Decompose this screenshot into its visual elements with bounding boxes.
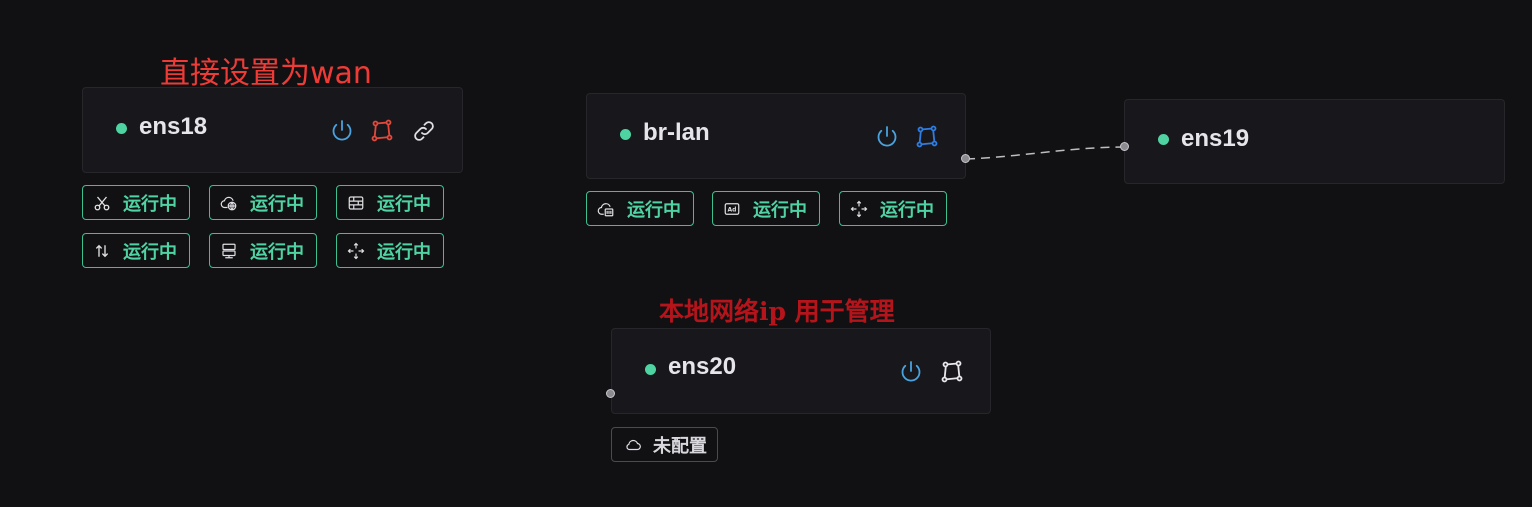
service-badge[interactable]: 运行中 [82, 185, 190, 220]
node-ens18[interactable]: ens18 [82, 87, 463, 173]
node-ens19[interactable]: ens19 [1124, 99, 1505, 184]
badge-label: 运行中 [627, 199, 681, 220]
input-port[interactable] [1120, 142, 1129, 151]
node-name: ens18 [139, 113, 208, 140]
server-icon [220, 242, 238, 260]
badge-label: 未配置 [653, 435, 707, 456]
move-arrows-icon [850, 200, 868, 218]
cloud-server-icon [597, 200, 615, 218]
node-name: ens19 [1181, 125, 1250, 152]
power-icon[interactable] [330, 119, 354, 143]
badge-label: 运行中 [250, 241, 304, 262]
node-name: br-lan [643, 119, 710, 146]
status-dot [1158, 134, 1169, 145]
topology-icon[interactable] [940, 360, 964, 384]
node-ens20[interactable]: ens20 [611, 328, 991, 414]
move-arrows-icon [347, 242, 365, 260]
node-name: ens20 [668, 353, 737, 380]
badge-label: 运行中 [250, 193, 304, 214]
service-badge[interactable]: Ad 运行中 [712, 191, 820, 226]
output-port[interactable] [961, 154, 970, 163]
node-br-lan[interactable]: br-lan [586, 93, 966, 179]
power-icon[interactable] [899, 360, 923, 384]
svg-text:Ad: Ad [728, 206, 737, 213]
link-icon[interactable] [412, 119, 436, 143]
topology-icon[interactable] [915, 125, 939, 149]
up-down-arrows-icon [93, 242, 111, 260]
badge-label: 运行中 [123, 241, 177, 262]
badge-label: 运行中 [123, 193, 177, 214]
cloud-globe-icon [220, 194, 238, 212]
status-dot [645, 364, 656, 375]
service-badge[interactable]: 未配置 [611, 427, 718, 462]
status-dot [620, 129, 631, 140]
service-badge[interactable]: 运行中 [586, 191, 694, 226]
topology-icon[interactable] [370, 119, 394, 143]
power-icon[interactable] [875, 125, 899, 149]
ad-block-icon: Ad [723, 200, 741, 218]
badge-label: 运行中 [753, 199, 807, 220]
badge-label: 运行中 [880, 199, 934, 220]
service-badge[interactable]: 运行中 [839, 191, 947, 226]
service-badge[interactable]: 运行中 [209, 185, 317, 220]
service-badge[interactable]: 运行中 [82, 233, 190, 268]
cloud-icon [622, 436, 644, 454]
service-badge[interactable]: 运行中 [209, 233, 317, 268]
input-port[interactable] [606, 389, 615, 398]
scissors-icon [93, 194, 111, 212]
service-badge[interactable]: 运行中 [336, 233, 444, 268]
badge-label: 运行中 [377, 241, 431, 262]
status-dot [116, 123, 127, 134]
badge-label: 运行中 [377, 193, 431, 214]
firewall-icon [347, 194, 365, 212]
service-badge[interactable]: 运行中 [336, 185, 444, 220]
